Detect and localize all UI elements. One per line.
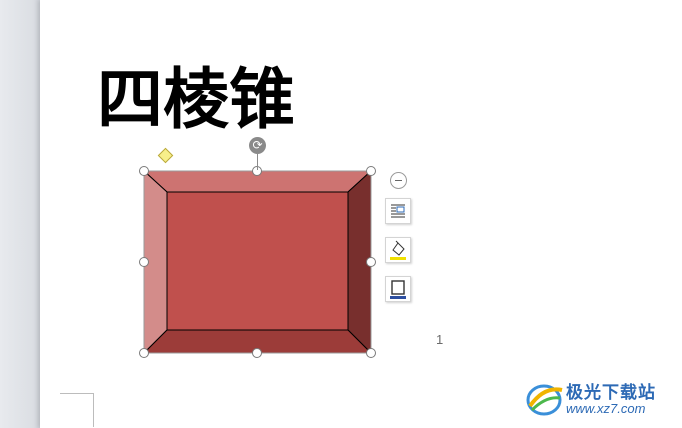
bevel-shape[interactable]: [0, 0, 682, 428]
bevel-center-face: [166, 191, 349, 331]
wrap-text-button[interactable]: [385, 198, 411, 224]
resize-handle-left[interactable]: [139, 257, 149, 267]
resize-handle-bottom-left[interactable]: [139, 348, 149, 358]
resize-handle-top-right[interactable]: [366, 166, 376, 176]
watermark: 极光下载站 www.xz7.com: [520, 374, 678, 422]
fill-color-icon: [390, 240, 406, 260]
page-number: 1: [436, 332, 444, 347]
outline-icon: [390, 280, 406, 299]
watermark-logo-icon: [526, 384, 563, 416]
resize-handle-top-left[interactable]: [139, 166, 149, 176]
resize-handle-right[interactable]: [366, 257, 376, 267]
resize-handle-bottom-right[interactable]: [366, 348, 376, 358]
minus-circle-icon[interactable]: [390, 172, 407, 189]
rotate-handle-icon[interactable]: ⟳: [249, 137, 266, 154]
resize-handle-bottom[interactable]: [252, 348, 262, 358]
watermark-title: 极光下载站: [566, 383, 656, 403]
watermark-url: www.xz7.com: [566, 401, 646, 416]
outline-button[interactable]: [385, 276, 411, 302]
page-corner-mark: [60, 393, 94, 427]
rotate-stem: [257, 154, 258, 170]
wrap-text-icon: [391, 204, 405, 218]
fill-color-button[interactable]: [385, 237, 411, 263]
